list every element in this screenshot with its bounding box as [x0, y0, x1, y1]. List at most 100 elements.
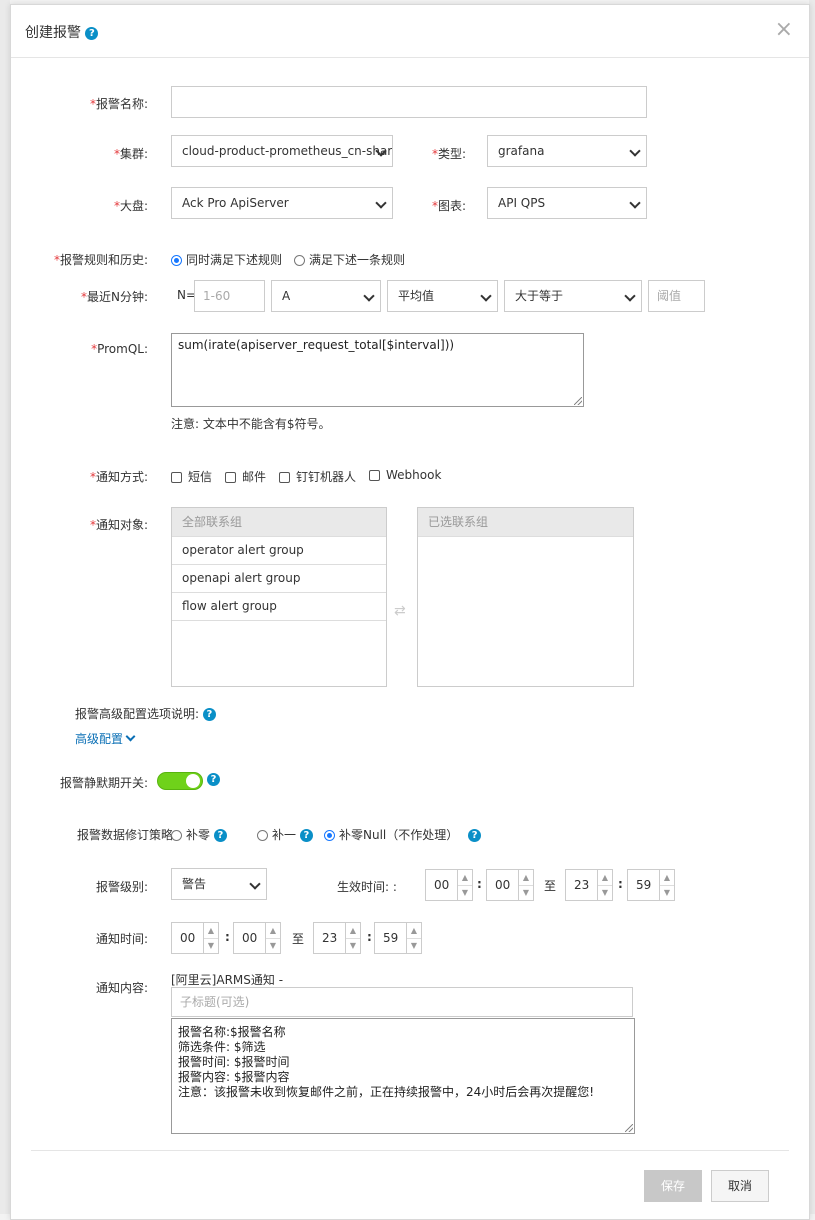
notify-to-hour[interactable]: 23 ▲ ▼ [313, 922, 361, 954]
silence-label: 报警静默期开关: [59, 776, 148, 790]
rule-option-any[interactable]: 满足下述一条规则 [294, 251, 405, 268]
spin-up-icon[interactable]: ▲ [598, 870, 612, 886]
alert-name-label: *报警名称: [89, 97, 148, 111]
chevron-down-icon [624, 290, 636, 302]
notify-from-minute[interactable]: 00 ▲ ▼ [233, 922, 281, 954]
resize-handle[interactable] [625, 1124, 633, 1132]
radio-unchecked[interactable] [171, 830, 182, 841]
notify-time-label: 通知时间: [95, 932, 148, 946]
create-alert-dialog: 创建报警 ? × *报警名称: *集群: cloud-product-prome… [10, 4, 810, 1220]
time-separator: : [618, 877, 623, 891]
dialog-title-text: 创建报警 [25, 25, 81, 41]
range-separator: 至 [544, 879, 557, 893]
notify-method-label: *通知方式: [89, 470, 148, 484]
list-item[interactable]: openapi alert group [172, 565, 386, 593]
threshold-input[interactable]: 阈值 [648, 280, 705, 312]
transfer-icon[interactable]: ⇄ [394, 603, 406, 619]
spin-down-icon[interactable]: ▼ [346, 938, 360, 953]
time-separator: : [477, 877, 482, 891]
help-icon[interactable]: ? [213, 829, 227, 842]
chart-select[interactable]: API QPS [487, 187, 647, 219]
spin-down-icon[interactable]: ▼ [598, 885, 612, 900]
effective-time-label: 生效时间: : [337, 880, 397, 894]
save-button[interactable]: 保存 [644, 1170, 702, 1202]
selected-contact-groups-list: 已选联系组 [417, 507, 634, 687]
notify-webhook-checkbox[interactable]: Webhook [369, 468, 441, 482]
background-page-edge [0, 0, 10, 1214]
silence-toggle[interactable] [157, 772, 203, 790]
subtitle-input[interactable]: 子标题(可选) [171, 987, 633, 1017]
radio-checked[interactable] [324, 830, 335, 841]
effective-to-hour[interactable]: 23 ▲ ▼ [565, 869, 613, 901]
spin-down-icon[interactable]: ▼ [204, 938, 218, 953]
fix-strategy-label: 报警数据修订策略: [76, 828, 177, 842]
help-icon[interactable]: ? [468, 829, 482, 842]
advanced-config-link[interactable]: 高级配置 [75, 730, 136, 747]
spin-up-icon[interactable]: ▲ [519, 870, 533, 886]
dashboard-select[interactable]: Ack Pro ApiServer [171, 187, 393, 219]
effective-from-minute[interactable]: 00 ▲ ▼ [486, 869, 534, 901]
dialog-header: 创建报警 ? × [11, 5, 809, 58]
toggle-knob [186, 774, 200, 788]
spin-up-icon[interactable]: ▲ [266, 923, 280, 939]
spin-up-icon[interactable]: ▲ [407, 923, 421, 939]
dashboard-label: *大盘: [113, 199, 148, 213]
aggregation-select[interactable]: 平均值 [387, 280, 498, 312]
notify-from-hour[interactable]: 00 ▲ ▼ [171, 922, 219, 954]
metric-select[interactable]: A [271, 280, 381, 312]
notify-dingtalk-checkbox[interactable]: 钉钉机器人 [279, 468, 356, 485]
spin-up-icon[interactable]: ▲ [346, 923, 360, 939]
type-label: *类型: [431, 147, 466, 161]
help-icon[interactable]: ? [207, 773, 220, 786]
chart-label: *图表: [431, 199, 466, 213]
notify-to-minute[interactable]: 59 ▲ ▼ [374, 922, 422, 954]
spin-up-icon[interactable]: ▲ [660, 870, 674, 886]
help-icon[interactable]: ? [202, 708, 216, 721]
content-textarea[interactable]: 报警名称:$报警名称 筛选条件: $筛选 报警时间: $报警时间 报警内容: $… [171, 1018, 635, 1134]
fix-option-null[interactable]: 补零Null（不作处理） ? [324, 826, 482, 843]
n-minutes-input[interactable]: 1-60 [194, 280, 265, 312]
chevron-down-icon [375, 197, 387, 209]
list-item[interactable]: flow alert group [172, 593, 386, 621]
last-n-label: *最近N分钟: [80, 290, 148, 304]
radio-unchecked[interactable] [294, 255, 305, 266]
radio-checked[interactable] [171, 255, 182, 266]
spin-down-icon[interactable]: ▼ [660, 885, 674, 900]
list-item[interactable]: operator alert group [172, 537, 386, 565]
level-select[interactable]: 警告 [171, 868, 267, 900]
effective-to-minute[interactable]: 59 ▲ ▼ [627, 869, 675, 901]
fix-option-one[interactable]: 补一 ? [257, 826, 313, 843]
all-contact-groups-list: 全部联系组 operator alert group openapi alert… [171, 507, 387, 687]
rule-option-all[interactable]: 同时满足下述规则 [171, 251, 282, 268]
spin-down-icon[interactable]: ▼ [519, 885, 533, 900]
checkbox[interactable] [369, 470, 380, 481]
promql-textarea[interactable]: sum(irate(apiserver_request_total[$inter… [171, 333, 584, 407]
alert-name-input[interactable] [171, 86, 647, 118]
effective-from-hour[interactable]: 00 ▲ ▼ [425, 869, 473, 901]
content-prefix: [阿里云]ARMS通知 - [171, 973, 284, 987]
content-label: 通知内容: [95, 981, 148, 995]
cancel-button[interactable]: 取消 [711, 1170, 769, 1202]
spin-down-icon[interactable]: ▼ [458, 885, 472, 900]
dialog-title: 创建报警 ? [25, 22, 99, 42]
notify-email-checkbox[interactable]: 邮件 [225, 468, 266, 485]
close-icon[interactable]: × [775, 19, 793, 41]
chevron-down-icon [249, 878, 261, 890]
spin-up-icon[interactable]: ▲ [458, 870, 472, 886]
resize-handle[interactable] [574, 397, 582, 405]
help-icon[interactable]: ? [85, 26, 99, 40]
footer-divider [31, 1150, 789, 1151]
radio-unchecked[interactable] [257, 830, 268, 841]
spin-up-icon[interactable]: ▲ [204, 923, 218, 939]
spin-down-icon[interactable]: ▼ [407, 938, 421, 953]
cluster-select[interactable]: cloud-product-prometheus_cn-shar [171, 135, 393, 167]
checkbox[interactable] [171, 472, 182, 483]
notify-sms-checkbox[interactable]: 短信 [171, 468, 212, 485]
checkbox[interactable] [225, 472, 236, 483]
fix-option-zero[interactable]: 补零 ? [171, 826, 227, 843]
spin-down-icon[interactable]: ▼ [266, 938, 280, 953]
help-icon[interactable]: ? [299, 829, 313, 842]
operator-select[interactable]: 大于等于 [504, 280, 642, 312]
checkbox[interactable] [279, 472, 290, 483]
type-select[interactable]: grafana [487, 135, 647, 167]
